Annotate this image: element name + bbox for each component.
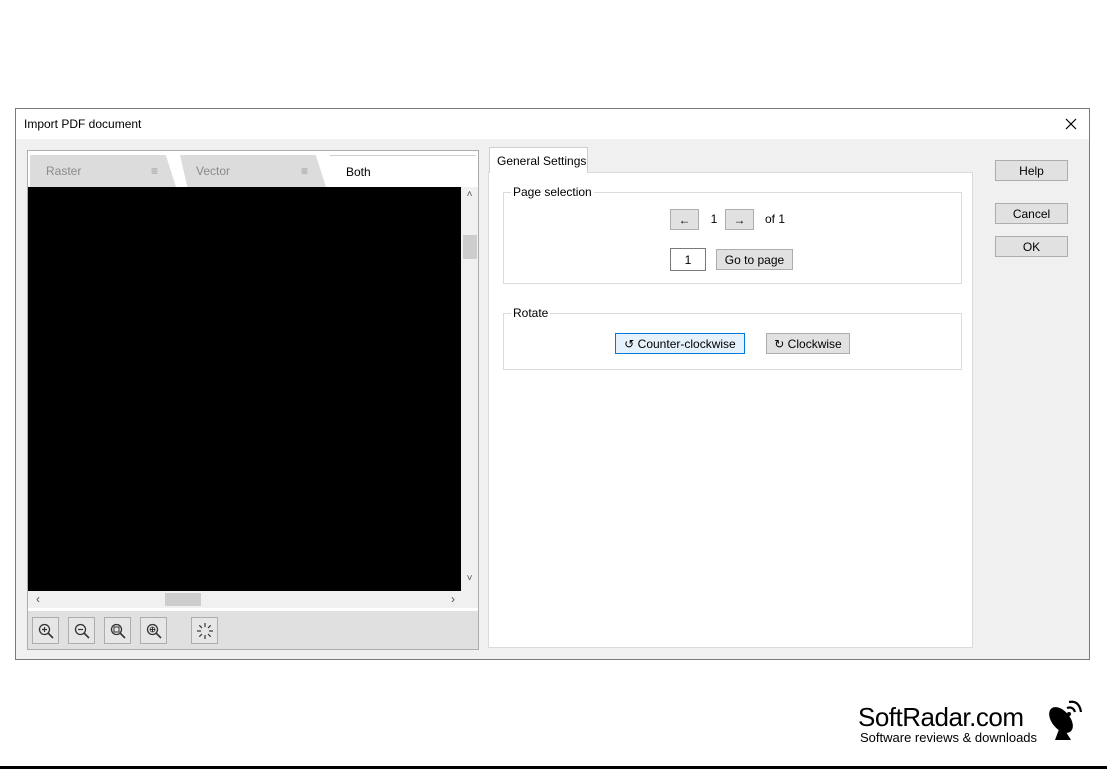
current-page-number: 1 <box>710 212 718 226</box>
zoom-in-button[interactable] <box>32 617 59 644</box>
close-button[interactable] <box>1056 111 1086 137</box>
watermark-tagline: Software reviews & downloads <box>860 730 1038 745</box>
tab-raster[interactable]: Raster ≡ <box>30 155 176 187</box>
go-to-page-button[interactable]: Go to page <box>716 249 793 270</box>
vertical-scroll-thumb[interactable] <box>463 235 477 259</box>
zoom-area-button[interactable] <box>140 617 167 644</box>
tab-raster-menu-icon[interactable]: ≡ <box>151 164 158 178</box>
pdf-preview-canvas[interactable] <box>28 187 461 591</box>
ok-button[interactable]: OK <box>995 236 1068 257</box>
tab-raster-label: Raster <box>46 164 82 178</box>
pan-loading-icon <box>196 622 213 639</box>
tab-both-label: Both <box>346 165 371 179</box>
zoom-fit-icon <box>110 623 126 639</box>
zoom-out-icon <box>74 623 90 639</box>
page-selection-group: Page selection ← 1 → of 1 Go to page <box>503 185 962 284</box>
satellite-dish-icon <box>1049 700 1083 740</box>
close-icon <box>1065 118 1077 130</box>
general-settings-panel: Page selection ← 1 → of 1 Go to page Rot… <box>488 172 973 648</box>
horizontal-scroll-thumb[interactable] <box>165 593 201 606</box>
preview-toolbar <box>28 611 478 649</box>
scroll-left-icon[interactable]: ‹ <box>31 591 45 608</box>
import-pdf-dialog: Import PDF document Raster ≡ Vector ≡ Bo… <box>15 108 1090 660</box>
cancel-button[interactable]: Cancel <box>995 203 1068 224</box>
title-bar: Import PDF document <box>16 109 1089 139</box>
vertical-scrollbar[interactable]: ˄ ˅ <box>461 187 478 591</box>
rotate-counter-clockwise-button[interactable]: ↺ Counter-clockwise <box>615 333 745 354</box>
rotate-group: Rotate ↺ Counter-clockwise ↻ Clockwise <box>503 306 962 370</box>
pan-button[interactable] <box>191 617 218 644</box>
zoom-area-icon <box>146 623 162 639</box>
preview-panel: Raster ≡ Vector ≡ Both ˄ ˅ ‹ › <box>27 150 479 650</box>
help-button[interactable]: Help <box>995 160 1068 181</box>
page-number-input[interactable] <box>670 248 706 271</box>
dialog-title: Import PDF document <box>24 117 142 131</box>
scroll-down-icon[interactable]: ˅ <box>461 573 478 587</box>
next-page-button[interactable]: → <box>725 209 754 230</box>
horizontal-scrollbar[interactable]: ‹ › <box>28 591 478 608</box>
tab-vector-label: Vector <box>196 164 231 178</box>
zoom-fit-button[interactable] <box>104 617 131 644</box>
tab-general-settings[interactable]: General Settings <box>489 147 588 173</box>
page-count-label: of 1 <box>765 212 786 226</box>
scroll-up-icon[interactable]: ˄ <box>461 189 478 203</box>
rotate-legend: Rotate <box>511 306 551 320</box>
rotate-clockwise-button[interactable]: ↻ Clockwise <box>766 333 850 354</box>
tab-both[interactable]: Both <box>330 155 476 187</box>
tab-vector[interactable]: Vector ≡ <box>180 155 326 187</box>
previous-page-button[interactable]: ← <box>670 209 699 230</box>
page-selection-legend: Page selection <box>511 185 594 199</box>
watermark-brand: SoftRadar.com <box>858 702 1024 732</box>
scroll-right-icon[interactable]: › <box>446 591 460 608</box>
zoom-in-icon <box>38 623 54 639</box>
tab-vector-menu-icon[interactable]: ≡ <box>301 164 308 178</box>
zoom-out-button[interactable] <box>68 617 95 644</box>
